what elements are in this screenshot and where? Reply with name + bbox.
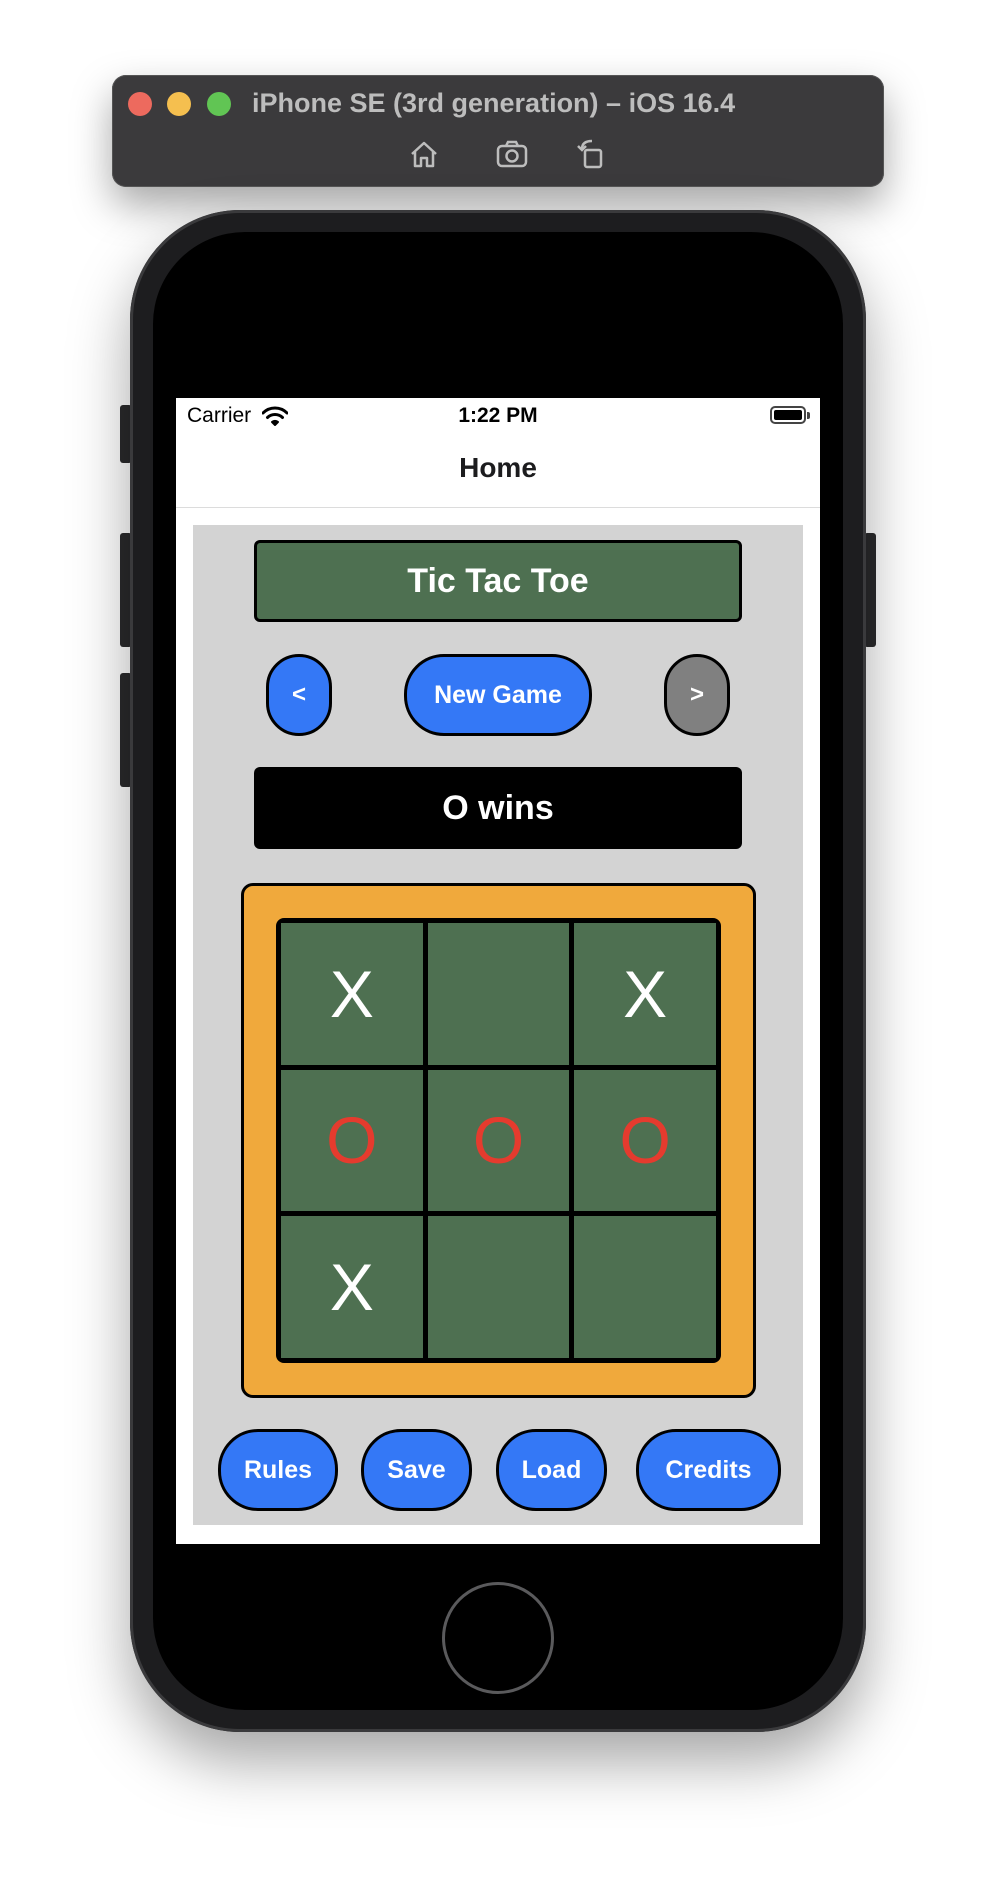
previous-button[interactable]: < (266, 654, 332, 736)
battery-tip (807, 412, 810, 419)
game-board: X X O O O X (276, 918, 721, 1363)
device-home-button[interactable] (442, 1582, 554, 1694)
close-window-button[interactable] (128, 92, 152, 116)
board-cell-6[interactable]: X (281, 1216, 423, 1358)
game-status: O wins (254, 767, 742, 849)
minimize-window-button[interactable] (167, 92, 191, 116)
load-button[interactable]: Load (496, 1429, 607, 1511)
board-frame: X X O O O X (241, 883, 756, 1398)
game-panel: Tic Tac Toe < New Game > O wins X X O O … (193, 525, 803, 1525)
battery-icon (770, 406, 806, 424)
screenshot-icon[interactable] (492, 134, 532, 174)
navigation-bar: Home (176, 438, 820, 508)
simulator-title: iPhone SE (3rd generation) – iOS 16.4 (252, 88, 736, 118)
device-screen: Carrier 1:22 PM Home Tic Tac Toe < New G… (176, 398, 820, 1544)
board-cell-8[interactable] (574, 1216, 716, 1358)
rules-button[interactable]: Rules (218, 1429, 338, 1511)
next-button[interactable]: > (664, 654, 730, 736)
credits-button[interactable]: Credits (636, 1429, 781, 1511)
board-cell-5[interactable]: O (574, 1069, 716, 1212)
board-cell-2[interactable]: X (574, 923, 716, 1065)
rotate-icon[interactable] (572, 134, 612, 174)
save-button[interactable]: Save (361, 1429, 472, 1511)
zoom-window-button[interactable] (207, 92, 231, 116)
board-cell-4[interactable]: O (427, 1069, 570, 1212)
board-cell-1[interactable] (427, 923, 570, 1065)
board-cell-3[interactable]: O (281, 1069, 423, 1212)
board-cell-7[interactable] (427, 1216, 570, 1358)
game-title: Tic Tac Toe (254, 540, 742, 622)
nav-title: Home (459, 452, 537, 483)
status-time: 1:22 PM (458, 404, 538, 427)
status-bar: Carrier 1:22 PM (176, 398, 820, 438)
new-game-button[interactable]: New Game (404, 654, 592, 736)
board-cell-0[interactable]: X (281, 923, 423, 1065)
home-icon[interactable] (404, 134, 444, 174)
